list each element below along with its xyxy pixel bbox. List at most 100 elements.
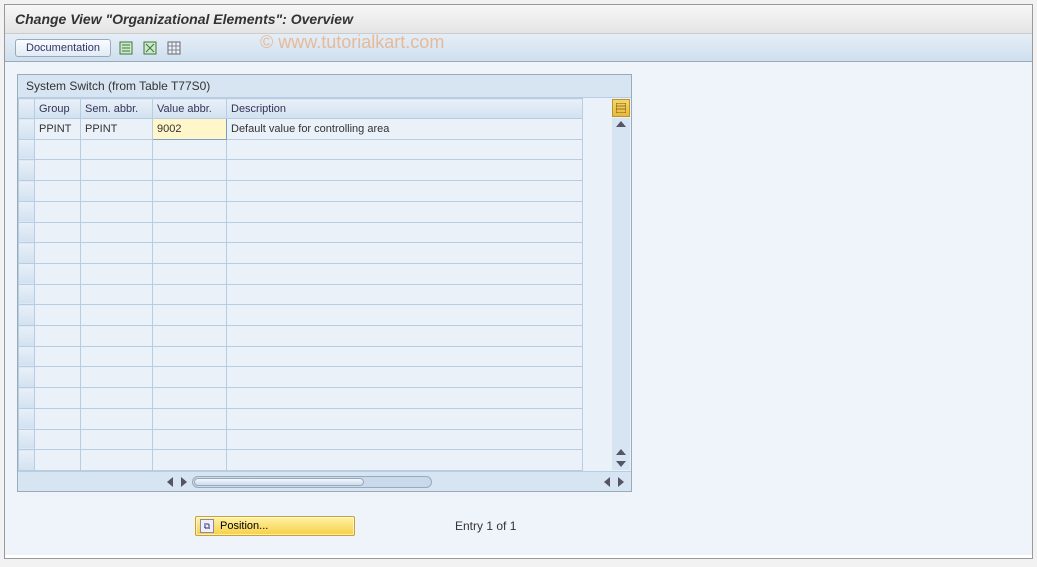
- vertical-scrollbar[interactable]: [612, 118, 630, 470]
- cell-group[interactable]: [35, 181, 81, 202]
- cell-desc[interactable]: [227, 326, 583, 347]
- cell-sem[interactable]: [81, 429, 153, 450]
- cell-sem[interactable]: [81, 284, 153, 305]
- hscroll-left2-icon[interactable]: [604, 477, 610, 487]
- cell-group[interactable]: [35, 201, 81, 222]
- cell-sem[interactable]: [81, 222, 153, 243]
- row-selector[interactable]: [19, 243, 35, 264]
- cell-desc[interactable]: [227, 367, 583, 388]
- cell-group[interactable]: [35, 450, 81, 471]
- cell-value[interactable]: [153, 429, 227, 450]
- cell-value[interactable]: [153, 367, 227, 388]
- cell-desc[interactable]: Default value for controlling area: [227, 119, 583, 140]
- table-settings-icon[interactable]: [165, 39, 183, 57]
- row-selector[interactable]: [19, 222, 35, 243]
- position-button[interactable]: ⧉ Position...: [195, 516, 355, 536]
- cell-value[interactable]: [153, 284, 227, 305]
- row-selector[interactable]: [19, 201, 35, 222]
- cell-sem[interactable]: [81, 388, 153, 409]
- cell-desc[interactable]: [227, 181, 583, 202]
- cell-group[interactable]: [35, 346, 81, 367]
- cell-desc[interactable]: [227, 450, 583, 471]
- configure-columns-icon[interactable]: [612, 99, 630, 117]
- scroll-up-icon[interactable]: [616, 121, 626, 127]
- cell-desc[interactable]: [227, 346, 583, 367]
- row-selector[interactable]: [19, 346, 35, 367]
- row-selector[interactable]: [19, 139, 35, 160]
- cell-sem[interactable]: [81, 305, 153, 326]
- row-selector[interactable]: [19, 284, 35, 305]
- cell-value[interactable]: [153, 139, 227, 160]
- cell-desc[interactable]: [227, 243, 583, 264]
- table-row[interactable]: [19, 263, 583, 284]
- cell-desc[interactable]: [227, 429, 583, 450]
- cell-group[interactable]: PPINT: [35, 119, 81, 140]
- col-header-value[interactable]: Value abbr.: [153, 99, 227, 119]
- cell-sem[interactable]: [81, 160, 153, 181]
- cell-desc[interactable]: [227, 160, 583, 181]
- table-row[interactable]: [19, 346, 583, 367]
- row-selector[interactable]: [19, 119, 35, 140]
- cell-group[interactable]: [35, 263, 81, 284]
- table-row[interactable]: [19, 408, 583, 429]
- cell-sem[interactable]: [81, 450, 153, 471]
- row-selector[interactable]: [19, 367, 35, 388]
- scroll-up2-icon[interactable]: [616, 449, 626, 455]
- cell-value[interactable]: 9002: [153, 119, 227, 140]
- cell-desc[interactable]: [227, 139, 583, 160]
- col-header-group[interactable]: Group: [35, 99, 81, 119]
- table-row[interactable]: [19, 284, 583, 305]
- cell-sem[interactable]: [81, 139, 153, 160]
- row-selector[interactable]: [19, 408, 35, 429]
- table-row[interactable]: [19, 243, 583, 264]
- hscroll-track[interactable]: [192, 476, 432, 488]
- cell-value[interactable]: [153, 222, 227, 243]
- documentation-button[interactable]: Documentation: [15, 39, 111, 57]
- cell-group[interactable]: [35, 160, 81, 181]
- row-selector[interactable]: [19, 429, 35, 450]
- cell-group[interactable]: [35, 367, 81, 388]
- table-row[interactable]: [19, 305, 583, 326]
- cell-value[interactable]: [153, 243, 227, 264]
- select-all-icon[interactable]: [117, 39, 135, 57]
- cell-sem[interactable]: [81, 263, 153, 284]
- cell-sem[interactable]: PPINT: [81, 119, 153, 140]
- table-row[interactable]: [19, 181, 583, 202]
- cell-desc[interactable]: [227, 388, 583, 409]
- cell-value[interactable]: [153, 160, 227, 181]
- table-row[interactable]: PPINTPPINT9002Default value for controll…: [19, 119, 583, 140]
- cell-value[interactable]: [153, 305, 227, 326]
- deselect-all-icon[interactable]: [141, 39, 159, 57]
- cell-value[interactable]: [153, 346, 227, 367]
- row-selector[interactable]: [19, 160, 35, 181]
- cell-group[interactable]: [35, 284, 81, 305]
- table-row[interactable]: [19, 367, 583, 388]
- cell-value[interactable]: [153, 450, 227, 471]
- table-row[interactable]: [19, 222, 583, 243]
- cell-value[interactable]: [153, 326, 227, 347]
- cell-group[interactable]: [35, 326, 81, 347]
- col-header-sem[interactable]: Sem. abbr.: [81, 99, 153, 119]
- cell-group[interactable]: [35, 243, 81, 264]
- cell-group[interactable]: [35, 222, 81, 243]
- cell-sem[interactable]: [81, 346, 153, 367]
- cell-desc[interactable]: [227, 305, 583, 326]
- cell-sem[interactable]: [81, 201, 153, 222]
- row-selector[interactable]: [19, 181, 35, 202]
- cell-group[interactable]: [35, 429, 81, 450]
- cell-sem[interactable]: [81, 243, 153, 264]
- table-row[interactable]: [19, 201, 583, 222]
- cell-desc[interactable]: [227, 408, 583, 429]
- cell-sem[interactable]: [81, 408, 153, 429]
- hscroll-left-icon[interactable]: [167, 477, 173, 487]
- table-row[interactable]: [19, 450, 583, 471]
- table-row[interactable]: [19, 429, 583, 450]
- row-selector[interactable]: [19, 450, 35, 471]
- hscroll-right-icon[interactable]: [618, 477, 624, 487]
- table-row[interactable]: [19, 160, 583, 181]
- row-selector[interactable]: [19, 388, 35, 409]
- row-selector[interactable]: [19, 263, 35, 284]
- table-row[interactable]: [19, 139, 583, 160]
- cell-sem[interactable]: [81, 326, 153, 347]
- cell-desc[interactable]: [227, 222, 583, 243]
